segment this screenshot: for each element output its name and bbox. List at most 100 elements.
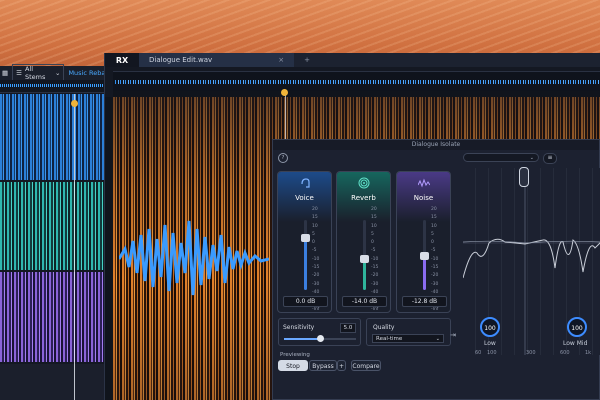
freq-axis-label: 60 bbox=[475, 350, 482, 356]
overview-waveform bbox=[115, 80, 599, 84]
edit-cursor-marker[interactable] bbox=[281, 89, 288, 96]
frequency-axis bbox=[105, 97, 113, 400]
db-scale-tick: -5 bbox=[431, 248, 436, 254]
reverb-fader-knob[interactable] bbox=[360, 254, 369, 263]
low-band-knob[interactable]: 100 bbox=[480, 317, 500, 337]
panel-title: Dialogue Isolate bbox=[273, 140, 599, 150]
reverb-channel-header: Reverb bbox=[337, 172, 390, 222]
music-rebalance-link[interactable]: Music Rebala bbox=[68, 69, 108, 77]
stem-vocals-spectrogram[interactable] bbox=[0, 94, 108, 180]
selected-waveform[interactable] bbox=[119, 199, 269, 319]
db-scale-tick: 10 bbox=[431, 223, 437, 229]
db-scale-tick: 20 bbox=[431, 207, 437, 212]
editor-titlebar: RX Dialogue Edit.wav × + bbox=[105, 53, 600, 67]
preset-dropdown[interactable]: ⌄ bbox=[463, 153, 539, 162]
db-scale-tick: 5 bbox=[431, 231, 434, 237]
db-scale-tick: 15 bbox=[431, 215, 437, 221]
reverb-fader[interactable] bbox=[360, 220, 369, 290]
sensitivity-slider-knob[interactable] bbox=[317, 335, 324, 342]
stems-overview[interactable] bbox=[0, 80, 108, 93]
db-scale-tick: 20 bbox=[312, 207, 318, 212]
menu-icon[interactable]: ≡ bbox=[543, 153, 557, 164]
sensitivity-slider-fill bbox=[284, 338, 320, 340]
sensitivity-value[interactable]: 5.0 bbox=[340, 323, 356, 333]
db-scale-tick: -15 bbox=[371, 265, 379, 271]
noise-label: Noise bbox=[413, 194, 434, 202]
db-scale-tick: -10 bbox=[312, 256, 320, 262]
stem-bass-spectrogram[interactable] bbox=[0, 182, 108, 270]
playhead-line[interactable] bbox=[74, 94, 75, 400]
sensitivity-slider[interactable] bbox=[284, 335, 356, 342]
voice-icon bbox=[298, 176, 312, 190]
noise-fader-knob[interactable] bbox=[420, 252, 429, 261]
stems-window: ▦ ☰ All Stems ⌄ Music Rebala bbox=[0, 64, 109, 400]
sensitivity-label: Sensitivity bbox=[283, 324, 315, 331]
db-scale-tick: 10 bbox=[312, 223, 318, 229]
noise-gain-value[interactable]: -12.8 dB bbox=[402, 296, 447, 307]
sensitivity-control: Sensitivity 5.0 bbox=[278, 318, 361, 346]
noise-icon bbox=[417, 176, 431, 190]
previewing-label: Previewing bbox=[280, 352, 310, 358]
reverb-fader-fill bbox=[363, 258, 366, 290]
quality-dropdown[interactable]: Real-time ⌄ bbox=[372, 334, 444, 343]
quality-control: Quality Real-time ⌄ ⇥ bbox=[366, 318, 456, 346]
db-scale-tick: -5 bbox=[312, 248, 317, 254]
db-scale-tick: 15 bbox=[312, 215, 318, 221]
db-scale-tick: -30 bbox=[312, 281, 320, 287]
low-mid-band-label: Low Mid bbox=[563, 340, 588, 347]
compare-button[interactable]: Compare bbox=[351, 360, 381, 371]
reverb-gain-value[interactable]: -14.0 dB bbox=[342, 296, 387, 307]
add-bypass-button[interactable]: + bbox=[337, 360, 346, 371]
voice-fader-fill bbox=[304, 237, 307, 290]
stem-empty-lane bbox=[0, 364, 108, 400]
voice-gain-value[interactable]: 0.0 dB bbox=[283, 296, 328, 307]
file-tab[interactable]: Dialogue Edit.wav × bbox=[139, 53, 295, 67]
quality-selected: Real-time bbox=[376, 336, 403, 342]
close-icon[interactable]: × bbox=[278, 56, 284, 64]
low-band-label: Low bbox=[484, 340, 496, 347]
voice-fader-knob[interactable] bbox=[301, 233, 310, 242]
chevron-down-icon: ⌄ bbox=[529, 155, 534, 161]
bypass-button[interactable]: Bypass bbox=[309, 360, 337, 371]
low-mid-band-knob[interactable]: 100 bbox=[567, 317, 587, 337]
dialogue-isolate-panel: Dialogue Isolate ? ⌄ ≡ Voice 20 15 10 5 0 -5 -… bbox=[272, 139, 600, 400]
noise-channel-header: Noise bbox=[397, 172, 450, 222]
waveform-overview[interactable] bbox=[113, 71, 600, 93]
db-scale-tick: 5 bbox=[312, 231, 315, 237]
db-scale-tick: -10 bbox=[371, 256, 379, 262]
file-tab-label: Dialogue Edit.wav bbox=[149, 56, 213, 64]
help-icon[interactable]: ? bbox=[278, 153, 288, 163]
reverb-icon bbox=[357, 176, 371, 190]
stem-music-spectrogram[interactable] bbox=[0, 272, 108, 362]
eq-split-handle[interactable] bbox=[519, 167, 529, 187]
playhead-marker[interactable] bbox=[71, 100, 78, 107]
db-scale-tick: -5 bbox=[371, 248, 376, 254]
db-scale-tick: -10 bbox=[431, 256, 439, 262]
db-scale-tick: 0 bbox=[371, 240, 374, 246]
freq-axis-label: 1k bbox=[585, 350, 592, 356]
stems-toolbar: ▦ ☰ All Stems ⌄ Music Rebala bbox=[0, 64, 108, 82]
noise-channel: Noise 20151050-5-10-15-20-30-40-50-Inf -… bbox=[396, 171, 451, 313]
db-scale-tick: 0 bbox=[312, 240, 315, 246]
stems-grid-icon[interactable]: ▦ bbox=[2, 69, 8, 77]
expand-icon[interactable]: ⇥ bbox=[450, 331, 456, 339]
db-scale-tick: -20 bbox=[431, 273, 439, 279]
rx-logo: RX bbox=[105, 53, 139, 67]
db-scale-tick: 15 bbox=[371, 215, 377, 221]
reverb-label: Reverb bbox=[351, 194, 376, 202]
noise-fader[interactable] bbox=[420, 220, 429, 290]
db-scale-tick: -30 bbox=[371, 281, 379, 287]
noise-fader-fill bbox=[423, 256, 426, 290]
reverb-channel: Reverb 20151050-5-10-15-20-30-40-50-Inf … bbox=[336, 171, 391, 313]
voice-fader[interactable] bbox=[301, 220, 310, 290]
overview-waveform bbox=[0, 84, 108, 87]
db-scale-tick: 10 bbox=[371, 223, 377, 229]
new-tab-button[interactable]: + bbox=[304, 56, 310, 64]
voice-channel-header: Voice bbox=[278, 172, 331, 222]
stem-selector-label: All Stems bbox=[24, 65, 46, 81]
freq-axis-label: 100 bbox=[487, 350, 497, 356]
db-scale-tick: -20 bbox=[312, 273, 320, 279]
quality-label: Quality bbox=[373, 324, 395, 331]
stop-button[interactable]: Stop bbox=[278, 360, 308, 371]
db-scale-tick: 5 bbox=[371, 231, 374, 237]
